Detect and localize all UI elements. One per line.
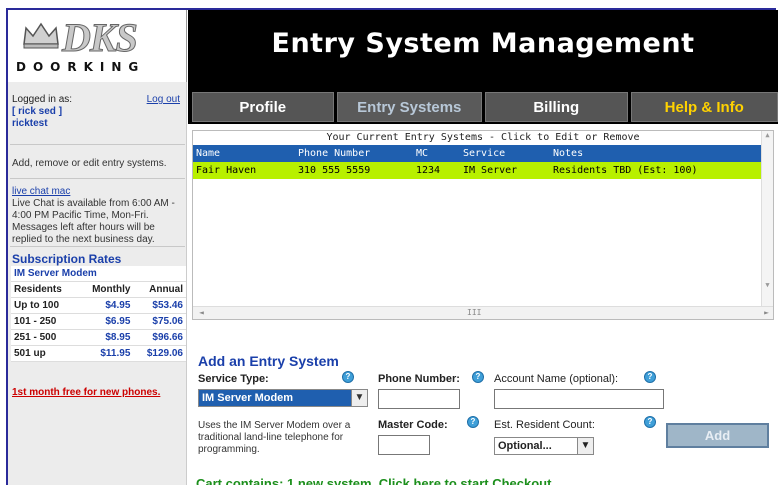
- col-header-notes: Notes: [553, 148, 584, 159]
- rate-row: 501 up $11.95 $129.06: [11, 345, 186, 362]
- entry-systems-list: Your Current Entry Systems - Click to Ed…: [192, 130, 774, 320]
- rate-row: 251 - 500 $8.95 $96.66: [11, 329, 186, 346]
- live-chat-link[interactable]: live chat mac: [12, 186, 70, 197]
- section-description: Add, remove or edit entry systems.: [12, 158, 167, 169]
- tab-entry-systems[interactable]: Entry Systems: [336, 92, 483, 122]
- chevron-down-icon[interactable]: ▼: [351, 390, 367, 406]
- rate-row: Up to 100 $4.95 $53.46: [11, 297, 186, 314]
- rate-range: Up to 100: [11, 297, 79, 314]
- rate-range: 251 - 500: [11, 329, 79, 346]
- col-header-service: Service: [463, 148, 506, 159]
- subscription-title: Subscription Rates: [12, 252, 122, 266]
- tab-profile[interactable]: Profile: [192, 92, 334, 122]
- modem-label: IM Server Modem: [11, 266, 186, 282]
- promo-link[interactable]: 1st month free for new phones.: [12, 387, 184, 398]
- rate-annual: $75.06: [133, 313, 186, 330]
- rate-monthly: $4.95: [78, 297, 134, 314]
- scroll-left-icon[interactable]: ◄: [199, 308, 204, 317]
- rate-row: 101 - 250 $6.95 $75.06: [11, 313, 186, 330]
- tab-billing[interactable]: Billing: [485, 92, 628, 122]
- help-icon[interactable]: ?: [342, 371, 354, 383]
- master-code-input[interactable]: [378, 435, 430, 455]
- list-caption: Your Current Entry Systems - Click to Ed…: [326, 132, 640, 143]
- service-type-hint: Uses the IM Server Modem over a traditio…: [198, 420, 351, 455]
- service-type-label: Service Type:: [198, 373, 269, 385]
- cell-service: IM Server: [463, 165, 518, 176]
- chevron-down-icon[interactable]: ▼: [577, 438, 593, 454]
- resident-count-label: Est. Resident Count:: [494, 419, 595, 431]
- page-title: Entry System Management: [271, 28, 695, 59]
- phone-number-label: Phone Number:: [378, 373, 460, 385]
- help-icon[interactable]: ?: [644, 371, 656, 383]
- rate-monthly: $8.95: [78, 329, 134, 346]
- cell-name: Fair Haven: [196, 165, 257, 176]
- checkout-link[interactable]: Cart contains: 1 new system. Click here …: [196, 476, 555, 485]
- live-chat-info: live chat mac Live Chat is available fro…: [12, 186, 184, 246]
- add-system-title: Add an Entry System: [198, 353, 339, 369]
- resident-count-value: Optional...: [498, 440, 552, 452]
- cell-mc: 1234: [416, 165, 441, 176]
- crown-icon: [23, 22, 59, 49]
- divider: [10, 178, 185, 179]
- rates-header-residents: Residents: [11, 281, 79, 298]
- account-name-input[interactable]: [494, 389, 664, 409]
- scroll-thumb-grip-icon[interactable]: III: [467, 308, 481, 317]
- rate-annual: $96.66: [133, 329, 186, 346]
- sidebar: Logged in as: [ rick sed ] ricktest Log …: [8, 82, 187, 485]
- login-info: Logged in as: [ rick sed ] ricktest Log …: [12, 94, 184, 130]
- rates-header-monthly: Monthly: [78, 281, 134, 298]
- scroll-up-icon[interactable]: ▲: [762, 131, 773, 139]
- help-icon[interactable]: ?: [472, 371, 484, 383]
- service-type-select[interactable]: IM Server Modem ▼: [198, 389, 368, 407]
- col-header-name: Name: [196, 148, 221, 159]
- divider: [10, 144, 185, 145]
- rate-range: 101 - 250: [11, 313, 79, 330]
- user-login-id: ricktest: [12, 118, 48, 129]
- logo-company-text: DOORKING: [16, 60, 146, 74]
- rate-annual: $53.46: [133, 297, 186, 314]
- scroll-down-icon[interactable]: ▼: [762, 281, 773, 289]
- master-code-label: Master Code:: [378, 419, 448, 431]
- logo-dks-text: DKS: [62, 15, 139, 61]
- user-display-name: [ rick sed ]: [12, 106, 63, 117]
- scroll-right-icon[interactable]: ►: [764, 308, 769, 317]
- horizontal-scrollbar[interactable]: ◄ III ►: [193, 306, 773, 319]
- cell-phone: 310 555 5559: [298, 165, 371, 176]
- rate-monthly: $6.95: [78, 313, 134, 330]
- rate-annual: $129.06: [133, 345, 186, 362]
- logout-link[interactable]: Log out: [147, 94, 180, 106]
- rates-header-annual: Annual: [133, 281, 186, 298]
- account-name-label: Account Name (optional):: [494, 373, 619, 385]
- rate-range: 501 up: [11, 345, 79, 362]
- subscription-rates-table: IM Server Modem Residents Monthly Annual…: [11, 266, 186, 362]
- col-header-phone: Phone Number: [298, 148, 371, 159]
- list-header-row: Name Phone Number MC Service Notes: [193, 145, 773, 162]
- tab-help-info[interactable]: Help & Info: [630, 92, 778, 122]
- main-tabs: Profile Entry Systems Billing Help & Inf…: [188, 88, 778, 124]
- app-frame: DKS DOORKING Entry System Management Pro…: [6, 8, 778, 485]
- cell-notes: Residents TBD (Est: 100): [553, 165, 698, 176]
- add-button[interactable]: Add: [666, 423, 769, 448]
- help-icon[interactable]: ?: [644, 416, 656, 428]
- divider: [10, 246, 185, 247]
- col-header-mc: MC: [416, 148, 429, 159]
- live-chat-hours: Live Chat is available from 6:00 AM - 4:…: [12, 198, 175, 245]
- header-banner: Entry System Management: [188, 10, 778, 88]
- phone-number-input[interactable]: [378, 389, 460, 409]
- doorking-logo[interactable]: DKS DOORKING: [8, 10, 187, 82]
- help-icon[interactable]: ?: [467, 416, 479, 428]
- vertical-scrollbar[interactable]: ▲ ▼: [761, 131, 773, 307]
- table-row[interactable]: Fair Haven 310 555 5559 1234 IM Server R…: [193, 162, 773, 179]
- rate-monthly: $11.95: [78, 345, 134, 362]
- service-type-value: IM Server Modem: [202, 392, 294, 404]
- resident-count-select[interactable]: Optional... ▼: [494, 437, 594, 455]
